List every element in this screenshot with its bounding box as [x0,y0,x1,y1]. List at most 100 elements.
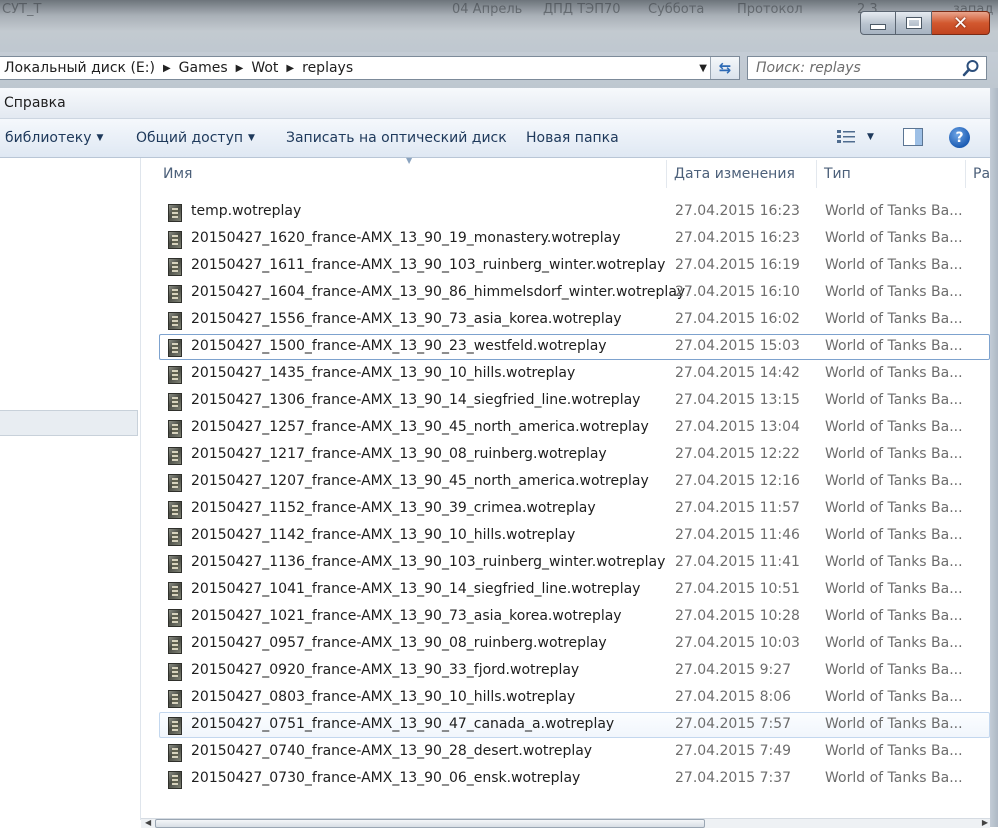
file-row[interactable]: 20150427_1257_france-AMX_13_90_45_north_… [159,415,990,441]
file-row[interactable]: 20150427_1217_france-AMX_13_90_08_ruinbe… [159,442,990,468]
nav-selected-item[interactable] [0,410,138,436]
refresh-button[interactable]: ⇆ [710,57,739,79]
file-row[interactable]: 20150427_1620_france-AMX_13_90_19_monast… [159,226,990,252]
file-row[interactable]: temp.wotreplay 27.04.2015 16:23 World of T… [159,199,990,225]
scroll-right-icon[interactable]: ▶ [982,818,988,827]
file-row[interactable]: 20150427_1556_france-AMX_13_90_73_asia_k… [159,307,990,333]
search-box[interactable]: Поиск: replays [747,56,987,80]
column-divider[interactable] [816,160,817,188]
background-window-text: СУТ_Т [2,2,42,17]
breadcrumb-replays[interactable]: replays [298,60,357,76]
column-header-name[interactable]: Имя [163,158,192,190]
share-label: Общий доступ [136,130,244,146]
breadcrumb-arrow-icon[interactable]: ▶ [282,63,298,74]
library-button[interactable]: библиотеку ▼ [5,130,103,146]
breadcrumb-arrow-icon[interactable]: ▶ [159,63,175,74]
file-list[interactable]: ▼ Имя Дата изменения Тип Ра temp.wotrepl… [141,156,990,818]
file-type: World of Tanks Ba... [825,581,963,597]
close-button[interactable]: ✕ [932,11,990,35]
minimize-icon [870,24,886,30]
file-row[interactable]: 20150427_1435_france-AMX_13_90_10_hills.… [159,361,990,387]
library-label: библиотеку [5,130,92,146]
navigation-pane[interactable] [0,158,141,820]
file-name: 20150427_1021_france-AMX_13_90_73_asia_k… [191,608,622,624]
file-row[interactable]: 20150427_1041_france-AMX_13_90_14_siegfr… [159,577,990,603]
wotreplay-file-icon [168,393,182,411]
file-row[interactable]: 20150427_1604_france-AMX_13_90_86_himmel… [159,280,990,306]
file-row[interactable]: 20150427_0920_france-AMX_13_90_33_fjord.… [159,658,990,684]
search-icon[interactable] [962,59,980,77]
minimize-button[interactable] [860,11,896,35]
file-date: 27.04.2015 16:23 [675,230,800,246]
file-type: World of Tanks Ba... [825,554,963,570]
breadcrumb-wot[interactable]: Wot [247,60,282,76]
view-dropdown-arrow-icon[interactable]: ▼ [867,132,874,142]
file-row[interactable]: 20150427_1500_france-AMX_13_90_23_westfe… [159,334,990,360]
breadcrumb-drive[interactable]: Локальный диск (E:) [0,60,159,76]
close-icon: ✕ [952,12,969,34]
maximize-icon [905,17,922,29]
file-row[interactable]: 20150427_1136_france-AMX_13_90_103_ruinb… [159,550,990,576]
file-name: 20150427_1142_france-AMX_13_90_10_hills.… [191,527,576,543]
breadcrumb-arrow-icon[interactable]: ▶ [232,63,248,74]
column-header-type[interactable]: Тип [824,158,851,190]
share-button[interactable]: Общий доступ ▼ [136,130,255,146]
file-type: World of Tanks Ba... [825,689,963,705]
file-date: 27.04.2015 16:10 [675,284,800,300]
file-row[interactable]: 20150427_1152_france-AMX_13_90_39_crimea… [159,496,990,522]
file-row[interactable]: 20150427_0957_france-AMX_13_90_08_ruinbe… [159,631,990,657]
file-name: 20150427_1556_france-AMX_13_90_73_asia_k… [191,311,622,327]
file-row[interactable]: 20150427_1207_france-AMX_13_90_45_north_… [159,469,990,495]
file-date: 27.04.2015 11:57 [675,500,800,516]
file-date: 27.04.2015 7:49 [675,743,792,759]
file-name: 20150427_1611_france-AMX_13_90_103_ruinb… [191,257,666,273]
background-window-text: Суббота [648,2,705,17]
preview-pane-icon[interactable] [903,128,923,146]
search-input[interactable]: Поиск: replays [748,60,962,76]
refresh-icon: ⇆ [718,59,732,77]
wotreplay-file-icon [168,447,182,465]
file-row[interactable]: 20150427_0803_france-AMX_13_90_10_hills.… [159,685,990,711]
address-bar[interactable]: Локальный диск (E:) ▶ Games ▶ Wot ▶ repl… [0,56,740,80]
new-folder-button[interactable]: Новая папка [526,130,619,146]
file-row[interactable]: 20150427_1306_france-AMX_13_90_14_siegfr… [159,388,990,414]
maximize-button[interactable] [896,11,932,35]
file-row[interactable]: 20150427_1142_france-AMX_13_90_10_hills.… [159,523,990,549]
file-date: 27.04.2015 13:15 [675,392,800,408]
wotreplay-file-icon [168,204,182,222]
file-type: World of Tanks Ba... [825,284,963,300]
file-type: World of Tanks Ba... [825,338,963,354]
file-name: 20150427_1500_france-AMX_13_90_23_westfe… [191,338,607,354]
scroll-left-icon[interactable]: ◀ [145,818,151,827]
file-row[interactable]: 20150427_0751_france-AMX_13_90_47_canada… [159,712,990,738]
dropdown-arrow-icon: ▼ [248,133,255,143]
file-type: World of Tanks Ba... [825,770,963,786]
menu-help[interactable]: Справка [4,95,66,111]
column-divider[interactable] [666,160,667,188]
file-type: World of Tanks Ba... [825,419,963,435]
help-icon[interactable]: ? [949,127,970,148]
wotreplay-file-icon [168,636,182,654]
burn-button[interactable]: Записать на оптический диск [286,130,507,146]
file-date: 27.04.2015 14:42 [675,365,800,381]
file-type: World of Tanks Ba... [825,608,963,624]
view-options-icon[interactable] [836,129,856,145]
menu-bar: Справка [0,88,998,119]
window-right-edge [990,88,998,827]
file-name: 20150427_1257_france-AMX_13_90_45_north_… [191,419,649,435]
column-divider[interactable] [965,160,966,188]
file-row[interactable]: 20150427_1021_france-AMX_13_90_73_asia_k… [159,604,990,630]
file-row[interactable]: 20150427_1611_france-AMX_13_90_103_ruinb… [159,253,990,279]
file-row[interactable]: 20150427_0730_france-AMX_13_90_06_ensk.w… [159,766,990,792]
file-date: 27.04.2015 11:46 [675,527,800,543]
column-header-size[interactable]: Ра [973,158,990,190]
breadcrumb-games[interactable]: Games [175,60,232,76]
address-dropdown-icon[interactable]: ▼ [699,63,707,74]
file-type: World of Tanks Ba... [825,446,963,462]
file-type: World of Tanks Ba... [825,365,963,381]
wotreplay-file-icon [168,474,182,492]
wotreplay-file-icon [168,258,182,276]
file-row[interactable]: 20150427_0740_france-AMX_13_90_28_desert… [159,739,990,765]
file-name: 20150427_1604_france-AMX_13_90_86_himmel… [191,284,686,300]
column-header-date[interactable]: Дата изменения [674,158,795,190]
